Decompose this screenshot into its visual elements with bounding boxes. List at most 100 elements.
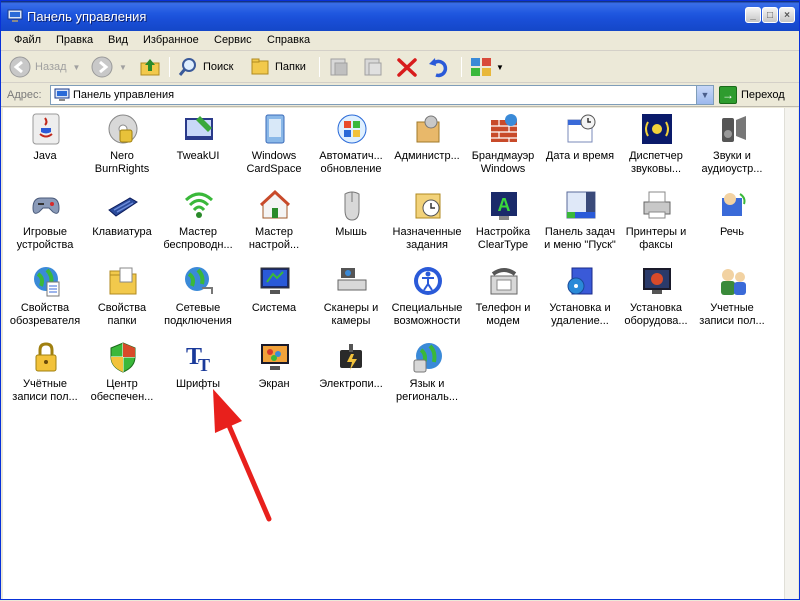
- display-icon: [261, 344, 289, 370]
- control-panel-item[interactable]: Клавиатура: [84, 186, 160, 258]
- window-title: Панель управления: [27, 9, 147, 24]
- item-label: Мастер беспроводн...: [163, 226, 233, 251]
- menu-edit[interactable]: Правка: [56, 34, 93, 46]
- control-panel-item[interactable]: T T Шрифты: [160, 338, 236, 410]
- back-dropdown-icon[interactable]: ▼: [73, 63, 81, 72]
- folders-button[interactable]: Папки: [249, 54, 306, 80]
- icon-view: Java Nero BurnRights TweakUI Windows CardSp…: [3, 108, 784, 599]
- control-panel-item[interactable]: Диспетчер звуковы...: [618, 110, 694, 182]
- delete-x-icon: [397, 58, 417, 77]
- toolbar-separator: [319, 57, 320, 77]
- control-panel-item[interactable]: Учетные записи пол...: [694, 262, 770, 334]
- up-folder-button[interactable]: [139, 54, 161, 80]
- sounds-audio-icon: [722, 116, 746, 142]
- folders-icon: [251, 58, 269, 75]
- control-panel-item[interactable]: Звуки и аудиоустр...: [694, 110, 770, 182]
- user-accounts-icon: [721, 269, 746, 295]
- back-label: Назад: [35, 61, 67, 73]
- go-button[interactable]: → Переход: [719, 85, 795, 105]
- control-panel-item[interactable]: Учётные записи пол...: [7, 338, 83, 410]
- control-panel-item[interactable]: Мышь: [313, 186, 389, 258]
- search-label: Поиск: [203, 61, 234, 73]
- control-panel-item[interactable]: Центр обеспечен...: [84, 338, 160, 410]
- control-panel-item[interactable]: Игровые устройства: [7, 186, 83, 258]
- mouse-icon: [344, 191, 360, 221]
- control-panel-item[interactable]: Специальные возможности: [389, 262, 465, 334]
- security-center-icon: [110, 342, 136, 373]
- maximize-button[interactable]: □: [762, 7, 778, 23]
- close-button[interactable]: ×: [779, 7, 795, 23]
- setup-wizard-icon: [259, 189, 291, 219]
- item-label: Шрифты: [175, 378, 221, 390]
- control-panel-item[interactable]: Установка оборудова...: [618, 262, 694, 334]
- control-panel-item[interactable]: Администр...: [389, 110, 465, 182]
- control-panel-item[interactable]: Автоматич... обновление: [313, 110, 389, 182]
- search-button[interactable]: Поиск: [177, 54, 233, 80]
- item-label: Речь: [719, 226, 745, 238]
- control-panel-item[interactable]: Свойства папки: [84, 262, 160, 334]
- address-input[interactable]: Панель управления ▼: [50, 85, 714, 105]
- control-panel-item[interactable]: Панель задач и меню "Пуск": [542, 186, 618, 258]
- item-label: Мышь: [335, 226, 367, 238]
- undo-button[interactable]: [427, 54, 451, 80]
- control-panel-item[interactable]: Сетевые подключения: [160, 262, 236, 334]
- printers-faxes-icon: [643, 191, 671, 219]
- menu-view[interactable]: Вид: [108, 34, 128, 46]
- minimize-button[interactable]: _: [745, 7, 761, 23]
- item-label: Игровые устройства: [16, 226, 74, 251]
- control-panel-item[interactable]: Java: [7, 110, 83, 182]
- menu-tools[interactable]: Сервис: [214, 34, 252, 46]
- control-panel-item[interactable]: Назначенные задания: [389, 186, 465, 258]
- move-to-button[interactable]: [327, 54, 351, 80]
- menu-help[interactable]: Справка: [267, 34, 310, 46]
- item-label: Электропи...: [319, 378, 383, 390]
- copy-to-button[interactable]: [361, 54, 385, 80]
- item-label: Автоматич... обновление: [319, 150, 383, 175]
- item-label: Установка и удаление...: [549, 302, 611, 327]
- internet-options-icon: [34, 267, 60, 297]
- item-label: Панель задач и меню "Пуск": [544, 226, 616, 251]
- delete-button[interactable]: [395, 54, 419, 80]
- forward-dropdown-icon[interactable]: ▼: [119, 63, 127, 72]
- back-arrow-icon: [9, 56, 31, 78]
- address-dropdown-icon[interactable]: ▼: [696, 86, 713, 104]
- control-panel-item[interactable]: Язык и региональ...: [389, 338, 465, 410]
- fonts-icon: TT: [186, 344, 210, 374]
- game-controllers-icon: [32, 197, 60, 214]
- control-panel-item[interactable]: Электропи...: [313, 338, 389, 410]
- speech-icon: [722, 193, 746, 216]
- svg-text:T: T: [198, 355, 210, 374]
- views-dropdown-icon[interactable]: ▼: [496, 63, 504, 72]
- cardspace-icon: [265, 114, 285, 144]
- control-panel-item[interactable]: Мастер настрой...: [236, 186, 312, 258]
- copy-to-icon: [364, 58, 382, 76]
- control-panel-item[interactable]: Nero BurnRights: [84, 110, 160, 182]
- control-panel-item[interactable]: Экран: [236, 338, 312, 410]
- control-panel-item[interactable]: Принтеры и факсы: [618, 186, 694, 258]
- control-panel-item[interactable]: Мастер беспроводн...: [160, 186, 236, 258]
- network-connections-icon: [185, 267, 213, 294]
- control-panel-item[interactable]: Телефон и модем: [465, 262, 541, 334]
- control-panel-item[interactable]: Установка и удаление...: [542, 262, 618, 334]
- control-panel-item[interactable]: Брандмауэр Windows: [465, 110, 541, 182]
- item-label: Сканеры и камеры: [323, 302, 379, 327]
- item-label: Брандмауэр Windows: [471, 150, 535, 175]
- address-bar: Адрес: Панель управления ▼ → Переход: [1, 83, 799, 107]
- vertical-scrollbar[interactable]: [784, 108, 798, 599]
- menu-favorites[interactable]: Избранное: [143, 34, 199, 46]
- menu-file[interactable]: Файл: [14, 34, 41, 46]
- item-label: Windows CardSpace: [246, 150, 302, 175]
- control-panel-item[interactable]: Windows CardSpace: [236, 110, 312, 182]
- control-panel-item[interactable]: Дата и время: [542, 110, 618, 182]
- control-panel-item[interactable]: A Настройка ClearType: [465, 186, 541, 258]
- title-bar[interactable]: Панель управления _ □ ×: [1, 1, 799, 31]
- up-folder-icon: [140, 59, 160, 76]
- control-panel-item[interactable]: Система: [236, 262, 312, 334]
- control-panel-item[interactable]: Свойства обозревателя: [7, 262, 83, 334]
- control-panel-item[interactable]: Речь: [694, 186, 770, 258]
- back-button[interactable]: Назад ▼: [9, 54, 80, 80]
- views-button[interactable]: ▼: [469, 54, 504, 80]
- control-panel-item[interactable]: Сканеры и камеры: [313, 262, 389, 334]
- control-panel-item[interactable]: TweakUI: [160, 110, 236, 182]
- forward-button[interactable]: ▼: [91, 54, 127, 80]
